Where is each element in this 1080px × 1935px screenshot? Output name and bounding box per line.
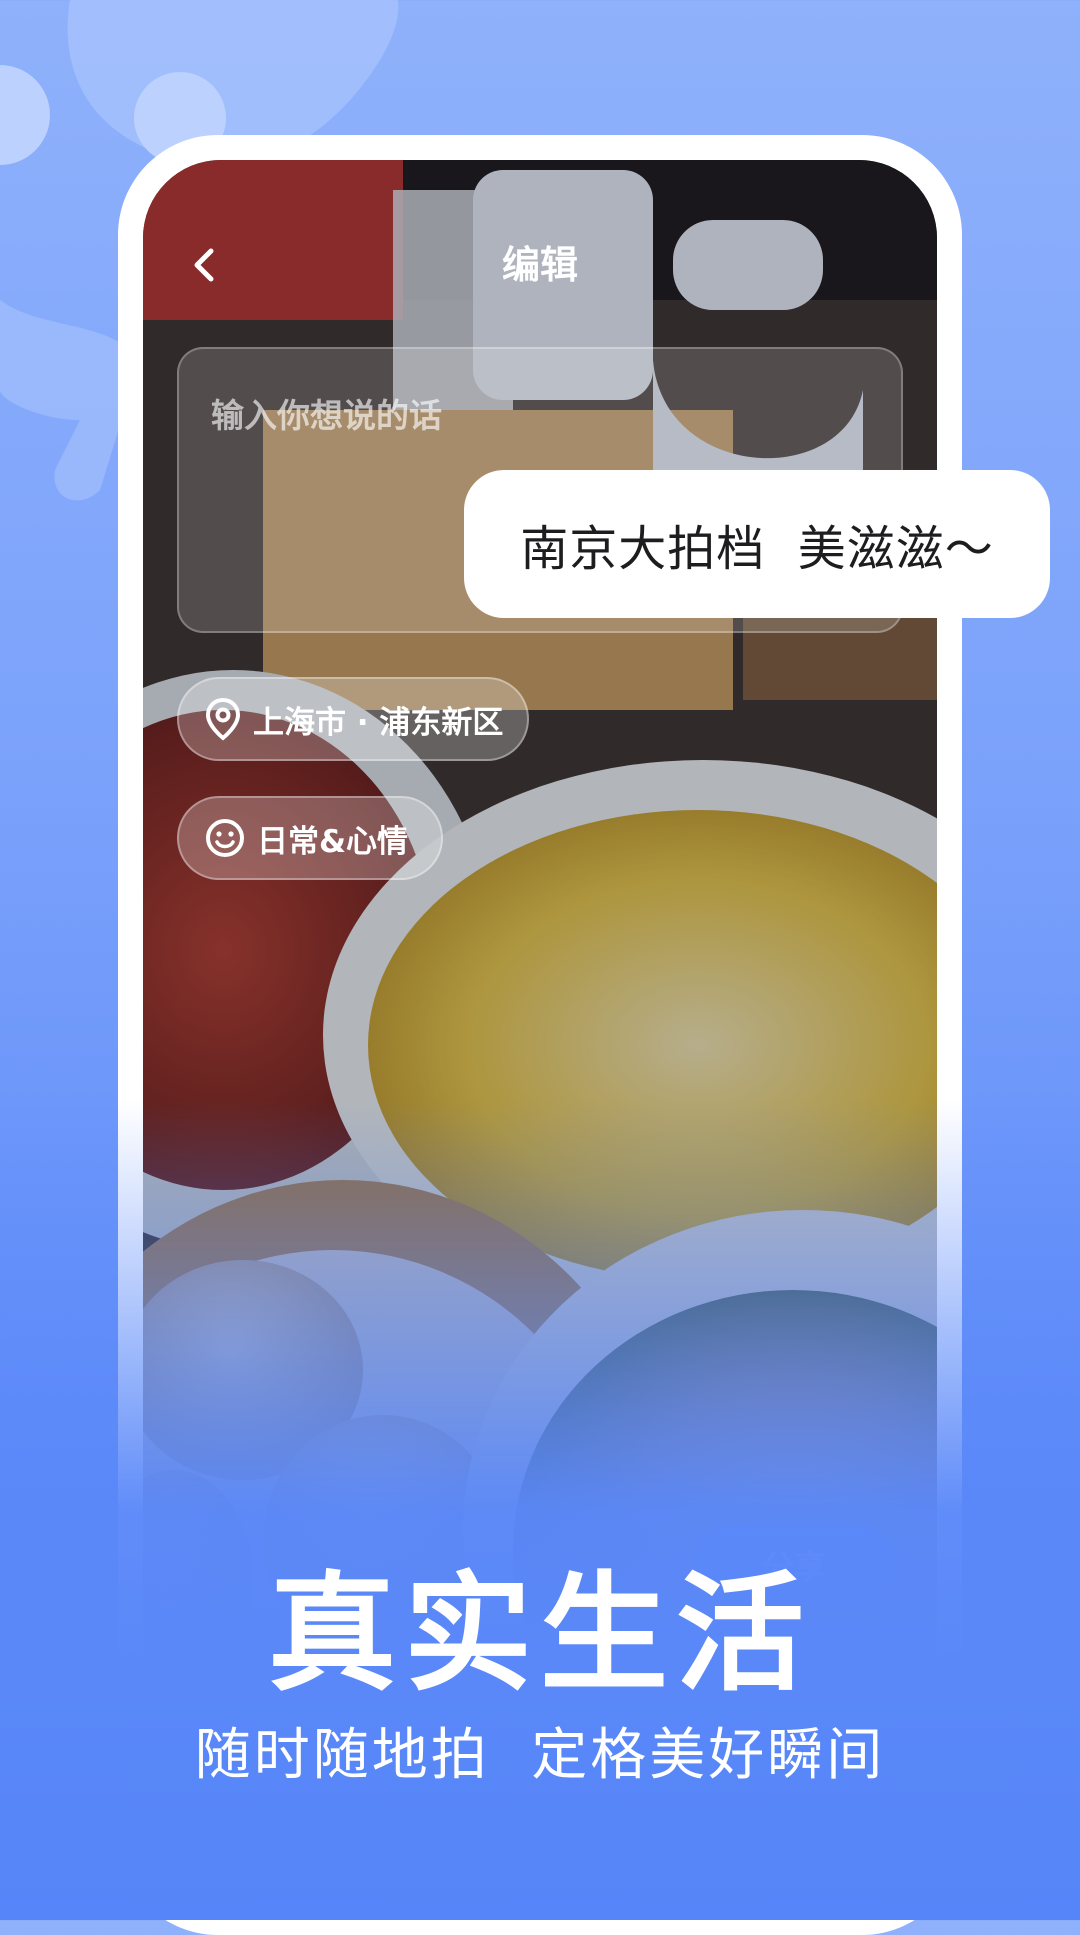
mood-chip[interactable]: 日常&心情 xyxy=(177,796,443,880)
location-chip[interactable]: 上海市 · 浦东新区 xyxy=(177,677,529,761)
location-pin-icon xyxy=(205,697,241,741)
editor-header: 编辑 xyxy=(143,230,937,300)
location-label: 上海市 · 浦东新区 xyxy=(253,704,504,741)
page-title: 编辑 xyxy=(501,243,578,287)
speech-bubble: 南京大拍档 美滋滋～ xyxy=(464,470,1050,618)
smiley-icon xyxy=(206,819,244,857)
promo-headline: 真实生活 xyxy=(267,1560,812,1709)
speech-bubble-text: 南京大拍档 美滋滋～ xyxy=(520,521,994,577)
mood-label: 日常&心情 xyxy=(257,823,409,860)
message-input-placeholder: 输入你想说的话 xyxy=(211,396,442,435)
promo-subline: 随时随地拍 定格美好瞬间 xyxy=(194,1723,886,1788)
bottom-fade xyxy=(0,1100,1080,1920)
